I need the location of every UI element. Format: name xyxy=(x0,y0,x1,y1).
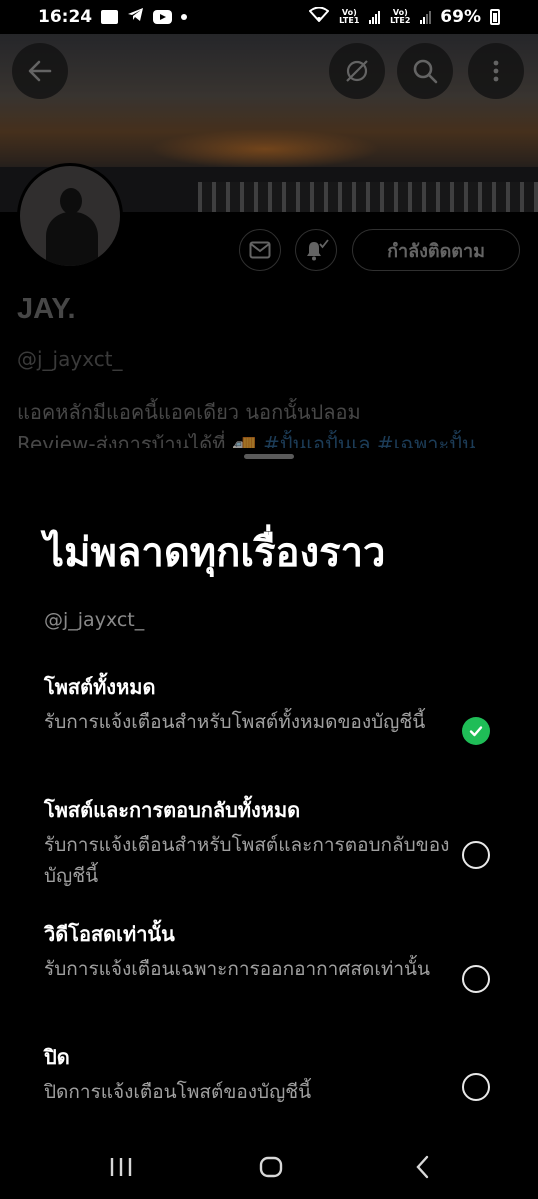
grok-icon xyxy=(346,60,368,82)
option-desc: รับการแจ้งเตือนสำหรับโพสต์ทั้งหมดของบัญช… xyxy=(44,711,426,733)
profile-name: JAY. xyxy=(17,293,76,325)
wifi-icon xyxy=(308,6,330,27)
option-all-posts[interactable]: โพสต์ทั้งหมด รับการแจ้งเตือนสำหรับโพสต์ท… xyxy=(44,673,464,738)
status-bar: 16:24 Vo) LTE1 Vo) LTE2 69% xyxy=(0,0,538,34)
recents-icon xyxy=(110,1158,132,1176)
profile-handle: @j_jayxct_ xyxy=(17,347,123,371)
bio-text: Review-ส่งการบ้านได้ที่ xyxy=(17,432,232,448)
option-title: โพสต์ทั้งหมด xyxy=(44,675,156,699)
telegram-icon xyxy=(127,7,144,27)
option-posts-and-replies[interactable]: โพสต์และการตอบกลับทั้งหมด รับการแจ้งเตือ… xyxy=(44,796,464,892)
more-button[interactable] xyxy=(468,43,524,99)
battery-icon xyxy=(490,9,500,25)
truck-icon: 🚚 xyxy=(231,432,264,448)
lte2-label: Vo) LTE2 xyxy=(390,8,411,25)
clock: 16:24 xyxy=(38,7,93,27)
option-title: โพสต์และการตอบกลับทั้งหมด xyxy=(44,798,301,822)
radio-posts-and-replies[interactable] xyxy=(462,841,490,869)
option-desc: รับการแจ้งเตือนเฉพาะการออกอากาศสดเท่านั้… xyxy=(44,958,430,980)
following-button[interactable]: กำลังติดตาม xyxy=(352,229,520,271)
check-icon xyxy=(469,726,483,737)
system-nav-bar xyxy=(0,1135,538,1199)
sheet-grabber[interactable] xyxy=(244,454,294,459)
lte1-label: Vo) LTE1 xyxy=(339,8,360,25)
back-nav-button[interactable] xyxy=(403,1147,443,1187)
message-button[interactable] xyxy=(239,229,281,271)
home-button[interactable] xyxy=(251,1147,291,1187)
profile-bio-line1: แอคหลักมีแอคนี้แอคเดียว นอกนั้นปลอม xyxy=(17,400,361,424)
sheet-handle: @j_jayxct_ xyxy=(44,609,145,631)
option-live-only[interactable]: วิดีโอสดเท่านั้น รับการแจ้งเตือนเฉพาะการ… xyxy=(44,920,464,985)
option-desc: ปิดการแจ้งเตือนโพสต์ของบัญชีนี้ xyxy=(44,1081,312,1103)
option-desc: รับการแจ้งเตือนสำหรับโพสต์และการตอบกลับข… xyxy=(44,834,450,887)
signal1-icon xyxy=(369,10,381,24)
profile-bio-line2: Review-ส่งการบ้านได้ที่ 🚚 #ปั้นเอปั้นเล … xyxy=(17,428,476,448)
search-icon xyxy=(413,59,438,84)
bio-hashtags[interactable]: #ปั้นเอปั้นเล #เฉพาะปั้น xyxy=(263,432,476,448)
gallery-icon xyxy=(101,10,119,24)
battery-percent: 69% xyxy=(440,7,481,27)
arrow-left-icon xyxy=(28,60,52,82)
sheet-title: ไม่พลาดทุกเรื่องราว xyxy=(44,530,386,576)
option-off[interactable]: ปิด ปิดการแจ้งเตือนโพสต์ของบัญชีนี้ xyxy=(44,1043,464,1108)
dot-icon xyxy=(181,14,188,20)
back-button[interactable] xyxy=(12,43,68,99)
avatar[interactable] xyxy=(17,163,123,269)
option-title: ปิด xyxy=(44,1045,70,1069)
home-icon xyxy=(259,1156,283,1178)
radio-all-posts[interactable] xyxy=(462,717,490,745)
recents-button[interactable] xyxy=(101,1147,141,1187)
mail-icon xyxy=(249,241,271,259)
notification-bell-button[interactable] xyxy=(295,229,337,271)
radio-live-only[interactable] xyxy=(462,965,490,993)
grok-button[interactable] xyxy=(329,43,385,99)
option-title: วิดีโอสดเท่านั้น xyxy=(44,922,175,946)
back-chevron-icon xyxy=(416,1155,429,1179)
bell-check-icon xyxy=(307,239,329,261)
signal2-icon xyxy=(420,10,432,24)
youtube-icon xyxy=(153,10,173,24)
radio-off[interactable] xyxy=(462,1073,490,1101)
more-vertical-icon xyxy=(493,60,499,82)
search-button[interactable] xyxy=(397,43,453,99)
